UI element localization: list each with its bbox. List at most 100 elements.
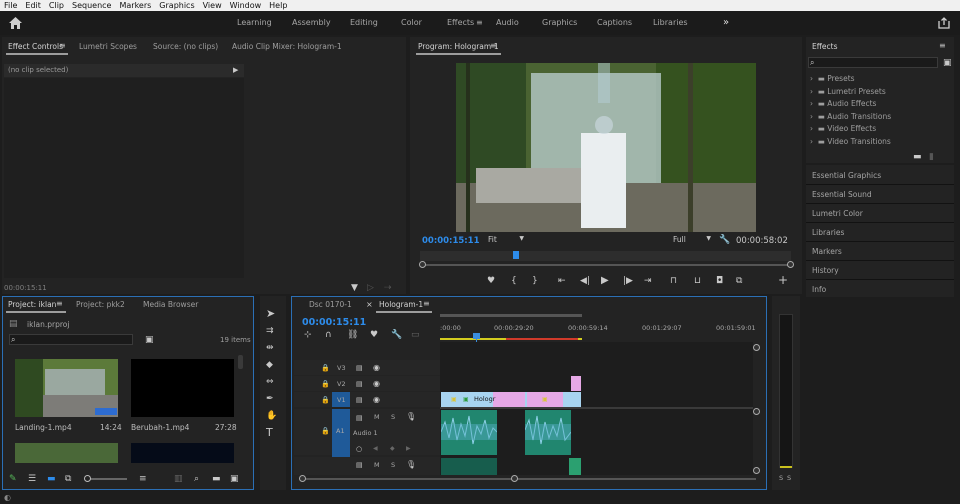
lock-icon[interactable]: 🔒 <box>321 426 330 436</box>
effects-search-input[interactable] <box>808 57 938 68</box>
effects-tree-item[interactable]: › ▬ Video Effects <box>810 124 876 133</box>
program-current-timecode[interactable]: 00:00:15:11 <box>422 236 480 246</box>
workspace-menu-icon[interactable]: ≡ <box>476 11 483 35</box>
menu-view[interactable]: View <box>199 0 226 11</box>
timeline-timecode[interactable]: 00:00:15:11 <box>302 317 366 328</box>
fit-dropdown[interactable]: Fit ▼ <box>488 235 526 246</box>
menu-window[interactable]: Window <box>226 0 266 11</box>
tab-assembly[interactable]: Assembly <box>292 11 331 35</box>
lock-icon[interactable]: 🔒 <box>321 395 330 405</box>
ripple-edit-tool-icon[interactable]: ⇹ <box>266 343 274 353</box>
snap-icon[interactable]: ∩ <box>325 330 332 340</box>
new-bin-icon[interactable]: ▣ <box>943 58 952 68</box>
zoom-slider-handle[interactable] <box>84 475 91 482</box>
selection-tool-icon[interactable]: ➤ <box>266 308 275 319</box>
timeline-menu-icon[interactable]: ≡ <box>423 299 430 308</box>
tab-lumetri-scopes[interactable]: Lumetri Scopes <box>79 42 137 51</box>
captions-icon[interactable]: ▭ <box>411 330 420 340</box>
step-back-icon[interactable]: ◀| <box>580 276 590 286</box>
sort-icon[interactable]: ≡ <box>139 474 147 484</box>
project-search-input[interactable] <box>9 334 133 345</box>
solo-button[interactable]: S <box>391 413 395 421</box>
filter-icon[interactable]: ▼ <box>351 283 358 293</box>
expand-right-icon[interactable]: ▶ <box>233 65 238 75</box>
eye-icon[interactable]: ◉ <box>373 379 380 389</box>
effects-tree-item[interactable]: › ▬ Video Transitions <box>810 137 891 146</box>
zoom-handle-mid[interactable] <box>511 475 518 482</box>
tab-learning[interactable]: Learning <box>237 11 272 35</box>
camera-icon[interactable]: ◘ <box>716 276 723 286</box>
add-button-icon[interactable]: + <box>778 274 788 286</box>
panel-menu-icon[interactable]: ≡ <box>59 41 66 50</box>
add-marker-icon[interactable]: ♥ <box>370 330 378 340</box>
menu-help[interactable]: Help <box>265 0 291 11</box>
menu-markers[interactable]: Markers <box>115 0 155 11</box>
folder-icon[interactable]: ▬ <box>913 152 922 162</box>
clip-thumbnail[interactable] <box>131 359 234 417</box>
next-keyframe-icon[interactable]: ▶ <box>406 444 411 454</box>
side-panel-libraries[interactable]: Libraries <box>812 228 844 237</box>
toggle-sync-icon[interactable]: ▤ <box>356 379 363 389</box>
side-panel-essential-graphics[interactable]: Essential Graphics <box>812 171 881 180</box>
side-panel-info[interactable]: Info <box>812 285 826 294</box>
program-scrubber[interactable] <box>420 251 791 261</box>
new-item-icon[interactable]: ▣ <box>230 474 239 484</box>
track-select-tool-icon[interactable]: ⇉ <box>266 326 274 336</box>
program-zoom-bar[interactable] <box>422 264 790 266</box>
audio-clip[interactable] <box>441 410 497 455</box>
toggle-sync-icon[interactable]: ▤ <box>356 413 363 423</box>
extract-icon[interactable]: ⊔ <box>694 276 701 286</box>
side-panel-essential-sound[interactable]: Essential Sound <box>812 190 872 199</box>
microphone-icon[interactable]: 🎙 <box>406 460 416 470</box>
tab-program[interactable]: Program: Hologram-1 <box>418 42 499 51</box>
nest-sequences-icon[interactable]: ⊹ <box>304 330 312 340</box>
tab-graphics[interactable]: Graphics <box>542 11 577 35</box>
tab-libraries[interactable]: Libraries <box>653 11 688 35</box>
zoom-slider[interactable] <box>87 478 127 480</box>
eye-icon[interactable]: ◉ <box>373 363 380 373</box>
tab-effect-controls[interactable]: Effect Controls <box>8 42 63 51</box>
tab-source[interactable]: Source: (no clips) <box>153 42 218 51</box>
mark-in-icon[interactable]: { <box>511 276 517 286</box>
zoom-handle-left[interactable] <box>299 475 306 482</box>
tab-audio-clip-mixer[interactable]: Audio Clip Mixer: Hologram-1 <box>232 42 342 51</box>
lock-icon[interactable]: 🔒 <box>321 363 330 373</box>
play-icon[interactable]: ▶ <box>601 276 609 286</box>
project-menu-icon[interactable]: ≡ <box>56 299 63 308</box>
wrench-icon[interactable]: 🔧 <box>719 235 730 245</box>
pencil-icon[interactable]: ✎ <box>9 474 17 484</box>
tab-captions[interactable]: Captions <box>597 11 632 35</box>
type-tool-icon[interactable]: T <box>266 427 273 438</box>
timeline-zoom-bar[interactable] <box>302 478 756 480</box>
lift-icon[interactable]: ⊓ <box>670 276 677 286</box>
tab-media-browser[interactable]: Media Browser <box>143 300 198 309</box>
solo-right[interactable]: S <box>787 474 791 482</box>
microphone-icon[interactable]: 🎙 <box>406 412 416 422</box>
tab-color[interactable]: Color <box>401 11 422 35</box>
toggle-sync-icon[interactable]: ▤ <box>356 363 363 373</box>
eye-icon[interactable]: ◉ <box>373 395 380 405</box>
menu-clip[interactable]: Clip <box>45 0 68 11</box>
freeform-view-icon[interactable]: ⧉ <box>65 474 71 484</box>
lock-icon[interactable]: 🔒 <box>321 379 330 389</box>
add-keyframe-icon[interactable]: ◆ <box>390 444 395 454</box>
tab-audio[interactable]: Audio <box>496 11 519 35</box>
side-panel-markers[interactable]: Markers <box>812 247 842 256</box>
v-scroll-handle[interactable] <box>753 408 760 415</box>
v-scroll-handle[interactable] <box>753 344 760 351</box>
menu-edit[interactable]: Edit <box>21 0 45 11</box>
home-icon[interactable] <box>8 17 22 29</box>
prev-keyframe-icon[interactable]: ◀ <box>373 444 378 454</box>
effects-tree-item[interactable]: › ▬ Lumetri Presets <box>810 87 886 96</box>
clip-thumbnail[interactable] <box>15 443 118 463</box>
program-menu-icon[interactable]: ≡ <box>490 41 497 50</box>
program-playhead[interactable] <box>513 251 519 259</box>
razor-tool-icon[interactable]: ◆ <box>266 360 273 370</box>
trash-icon[interactable]: ▮ <box>929 152 934 162</box>
effects-tree-item[interactable]: › ▬ Audio Effects <box>810 99 876 108</box>
mute-button[interactable]: M <box>374 461 380 469</box>
tab-dsc-0170[interactable]: Dsc 0170-1 <box>309 300 352 309</box>
share-icon[interactable] <box>938 17 950 29</box>
v-scroll-handle[interactable] <box>753 467 760 474</box>
tab-project-iklan[interactable]: Project: iklan <box>8 300 56 309</box>
